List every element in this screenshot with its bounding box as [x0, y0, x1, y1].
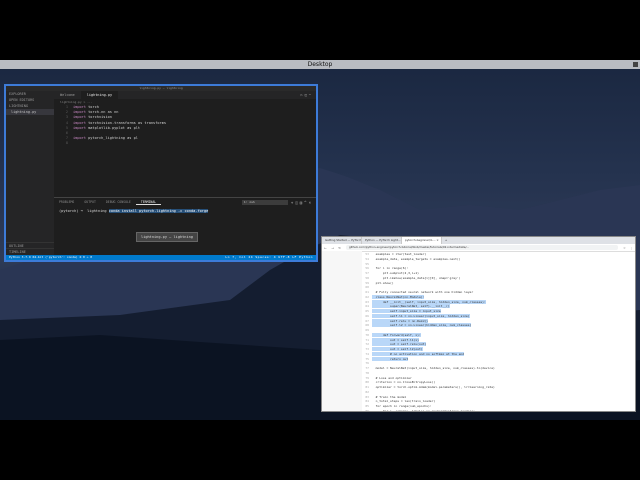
editor-tabs: Welcome lightning.py ▷◫⋯: [54, 91, 316, 99]
tab-output[interactable]: OUTPUT: [79, 200, 101, 204]
browser-tab-github[interactable]: pytorch-beginner/4-... ×: [402, 237, 442, 244]
source-text: def forward(self, x):: [372, 332, 421, 337]
code-gutter: [322, 251, 362, 411]
line-number: 8: [65, 141, 68, 146]
explorer-sidebar: EXPLORER OPEN EDITORS LIGHTNING lightnin…: [6, 91, 54, 255]
source-text: # no activation and no softmax at the en…: [372, 351, 465, 356]
control-center-icon[interactable]: [633, 62, 638, 67]
file-item-lightning[interactable]: lightning.py: [6, 109, 54, 115]
source-text: optimizer = torch.optim.Adam(model.param…: [372, 385, 495, 389]
tab-problems[interactable]: PROBLEMS: [54, 200, 79, 204]
reload-icon[interactable]: ↻: [336, 246, 343, 250]
source-text: n_total_steps = len(train_loader): [372, 399, 436, 404]
browser-tab-lightning[interactable]: Python — PyTorch Light...: [362, 237, 402, 244]
tab-welcome[interactable]: Welcome: [54, 91, 81, 99]
source-text: for epoch in range(num_epochs):: [372, 404, 432, 408]
line-number[interactable]: 86: [360, 409, 369, 411]
menu-bar: Desktop: [0, 60, 640, 69]
star-icon[interactable]: ☆: [621, 246, 628, 250]
source-text: criterion = nn.CrossEntropyLoss(): [372, 380, 436, 385]
editor-actions: ▷◫⋯: [301, 93, 316, 97]
tooltip: lightning.py — lightning: [136, 232, 198, 242]
code-text: torchvision: [85, 115, 112, 120]
vscode-body: EXPLORER OPEN EDITORS LIGHTNING lightnin…: [6, 91, 316, 255]
source-text: example_data, example_targets = examples…: [372, 256, 461, 261]
address-bar[interactable]: github.com/python-engineer/pytorch-tutor…: [346, 245, 618, 250]
keyword: import: [73, 115, 86, 120]
github-code-view: 53 examples = iter(test_loader) 54 exampl…: [322, 251, 635, 411]
source-code[interactable]: 53 examples = iter(test_loader) 54 exampl…: [360, 252, 635, 412]
keyword: import: [73, 125, 86, 130]
timeline-section[interactable]: TIMELINE: [6, 248, 54, 255]
keyword: import: [73, 120, 86, 125]
source-text: self.relu = nn.ReLU(): [372, 318, 428, 323]
terminal-prompt: (pytorch) ➜ lightning: [59, 209, 109, 213]
status-right[interactable]: Ln 7, Col 24 Spaces: 4 UTF-8 LF Python: [225, 255, 313, 260]
code-text: torch.nn as nn: [85, 110, 119, 115]
keyword: import: [73, 105, 86, 109]
code-text: torch: [85, 105, 99, 109]
browser-tabs: Getting Started — PyTorch Python — PyTor…: [322, 237, 635, 244]
back-icon[interactable]: ←: [322, 246, 329, 250]
tab-terminal[interactable]: TERMINAL: [135, 200, 162, 205]
source-text: self.l2 = nn.Linear(hidden_size, num_cla…: [372, 323, 472, 328]
source-text: examples = iter(test_loader): [372, 252, 427, 256]
source-text: plt.show(): [372, 280, 394, 285]
status-left[interactable]: Python 3.7.9 64-bit ('pytorch': conda) ⊗…: [9, 255, 92, 260]
source-text: def __init__(self, input_size, hidden_si…: [372, 299, 486, 304]
menu-bar-title: Desktop: [307, 61, 333, 68]
browser-window: Getting Started — PyTorch Python — PyTor…: [321, 236, 636, 412]
source-text: class NeuralNet(nn.Module):: [372, 294, 425, 299]
status-bar: Python 3.7.9 64-bit ('pytorch': conda) ⊗…: [6, 255, 316, 260]
source-text: for i, (images, labels) in enumerate(tra…: [372, 408, 475, 412]
vscode-window: lightning.py — lightning EXPLORER OPEN E…: [4, 84, 318, 262]
panel-tabs: PROBLEMS OUTPUT DEBUG CONSOLE TERMINAL 1…: [54, 198, 316, 206]
source-text: self.input_size = input_size: [372, 309, 441, 313]
tab-lightning[interactable]: lightning.py: [80, 91, 119, 99]
source-text: self.l1 = nn.Linear(input_size, hidden_s…: [372, 313, 470, 318]
menu-icon[interactable]: ⋮: [628, 246, 635, 250]
terminal-command: conda install pytorch-lightning -c conda…: [108, 209, 209, 213]
browser-tab-getting-started[interactable]: Getting Started — PyTorch: [322, 237, 362, 244]
keyword: import: [73, 136, 86, 141]
code-text: matplotlib.pyplot as plt: [85, 125, 141, 130]
source-line: 86 for i, (images, labels) in enumerate(…: [360, 408, 635, 412]
source-text: plt.imshow(example_data[i][0], cmap='gra…: [372, 275, 461, 280]
terminal-select[interactable]: 1: zsh: [241, 199, 288, 205]
more-icon[interactable]: ⋯: [309, 93, 313, 97]
code-text: pytorch_lightning as pl: [85, 136, 138, 141]
source-text: super(NeuralNet, self).__init__(): [372, 304, 450, 309]
source-text: return out: [372, 356, 409, 361]
desktop: Desktop lightning.py — lightning EXPLORE…: [0, 60, 640, 420]
new-tab-icon[interactable]: +: [442, 237, 450, 244]
source-text: # Fully connected neural network with on…: [372, 290, 474, 294]
source-text: out = self.l2(out): [372, 347, 423, 351]
code-text: torchvision.transforms as transforms: [85, 120, 167, 125]
code-line: 8: [58, 141, 316, 146]
source-text: for i in range(6):: [372, 266, 409, 271]
source-text: # Train the model: [372, 394, 407, 399]
source-text: out = self.relu(out): [372, 342, 427, 347]
code-editor[interactable]: 1 import torch 2 import torch.nn as nn 3 impo…: [54, 105, 316, 193]
source-text: out = self.l1(x): [372, 337, 419, 342]
terminal-output[interactable]: (pytorch) ➜ lightning conda install pyto…: [54, 206, 316, 216]
panel-actions: +◫▥^×: [288, 200, 316, 205]
mouse-cursor-icon: ▲: [157, 260, 161, 261]
tab-debug-console[interactable]: DEBUG CONSOLE: [101, 200, 136, 204]
source-text: plt.subplot(2,3,i+1): [372, 271, 419, 275]
source-text: model = NeuralNet(input_size, hidden_siz…: [372, 366, 495, 370]
forward-icon[interactable]: →: [329, 246, 336, 250]
source-text: # Loss and optimizer: [372, 375, 412, 380]
terminal-panel: PROBLEMS OUTPUT DEBUG CONSOLE TERMINAL 1…: [54, 197, 316, 255]
keyword: import: [73, 110, 86, 115]
close-icon[interactable]: ×: [309, 200, 313, 205]
